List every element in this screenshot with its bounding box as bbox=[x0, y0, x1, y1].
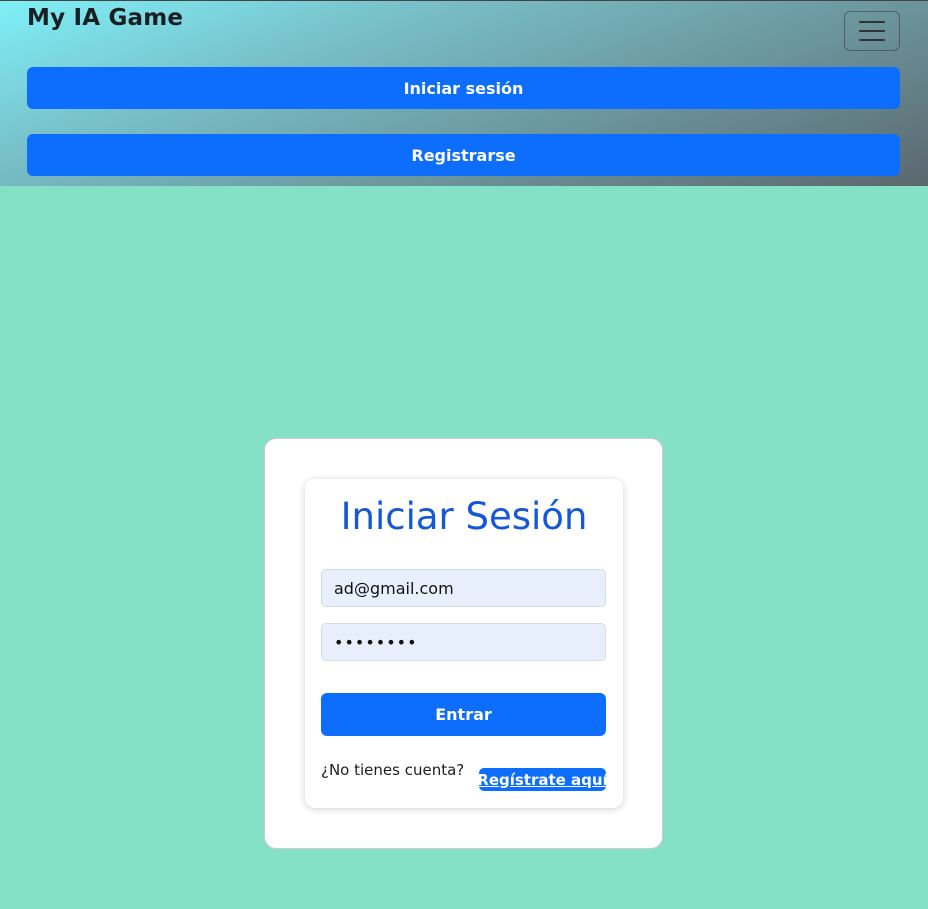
brand-title[interactable]: My IA Game bbox=[27, 5, 183, 31]
password-field[interactable]: •••••••• bbox=[321, 623, 606, 661]
navbar-toggle-button[interactable] bbox=[844, 11, 900, 51]
email-field[interactable]: ad@gmail.com bbox=[321, 569, 606, 607]
hamburger-menu-icon-bar bbox=[859, 39, 885, 41]
no-account-text: ¿No tienes cuenta? bbox=[321, 761, 465, 779]
submit-button[interactable]: Entrar bbox=[321, 693, 606, 736]
login-card: Iniciar Sesión ad@gmail.com •••••••• Ent… bbox=[264, 438, 663, 849]
hamburger-menu-icon-bar bbox=[859, 30, 885, 32]
nav-register-button[interactable]: Registrarse bbox=[27, 134, 900, 176]
hamburger-menu-icon bbox=[859, 21, 885, 23]
navbar: My IA Game Iniciar sesión Registrarse bbox=[0, 0, 928, 186]
login-title: Iniciar Sesión bbox=[340, 495, 588, 538]
nav-login-button[interactable]: Iniciar sesión bbox=[27, 67, 900, 109]
login-form: Iniciar Sesión ad@gmail.com •••••••• Ent… bbox=[305, 479, 623, 808]
register-link[interactable]: Regístrate aquí bbox=[479, 768, 606, 791]
